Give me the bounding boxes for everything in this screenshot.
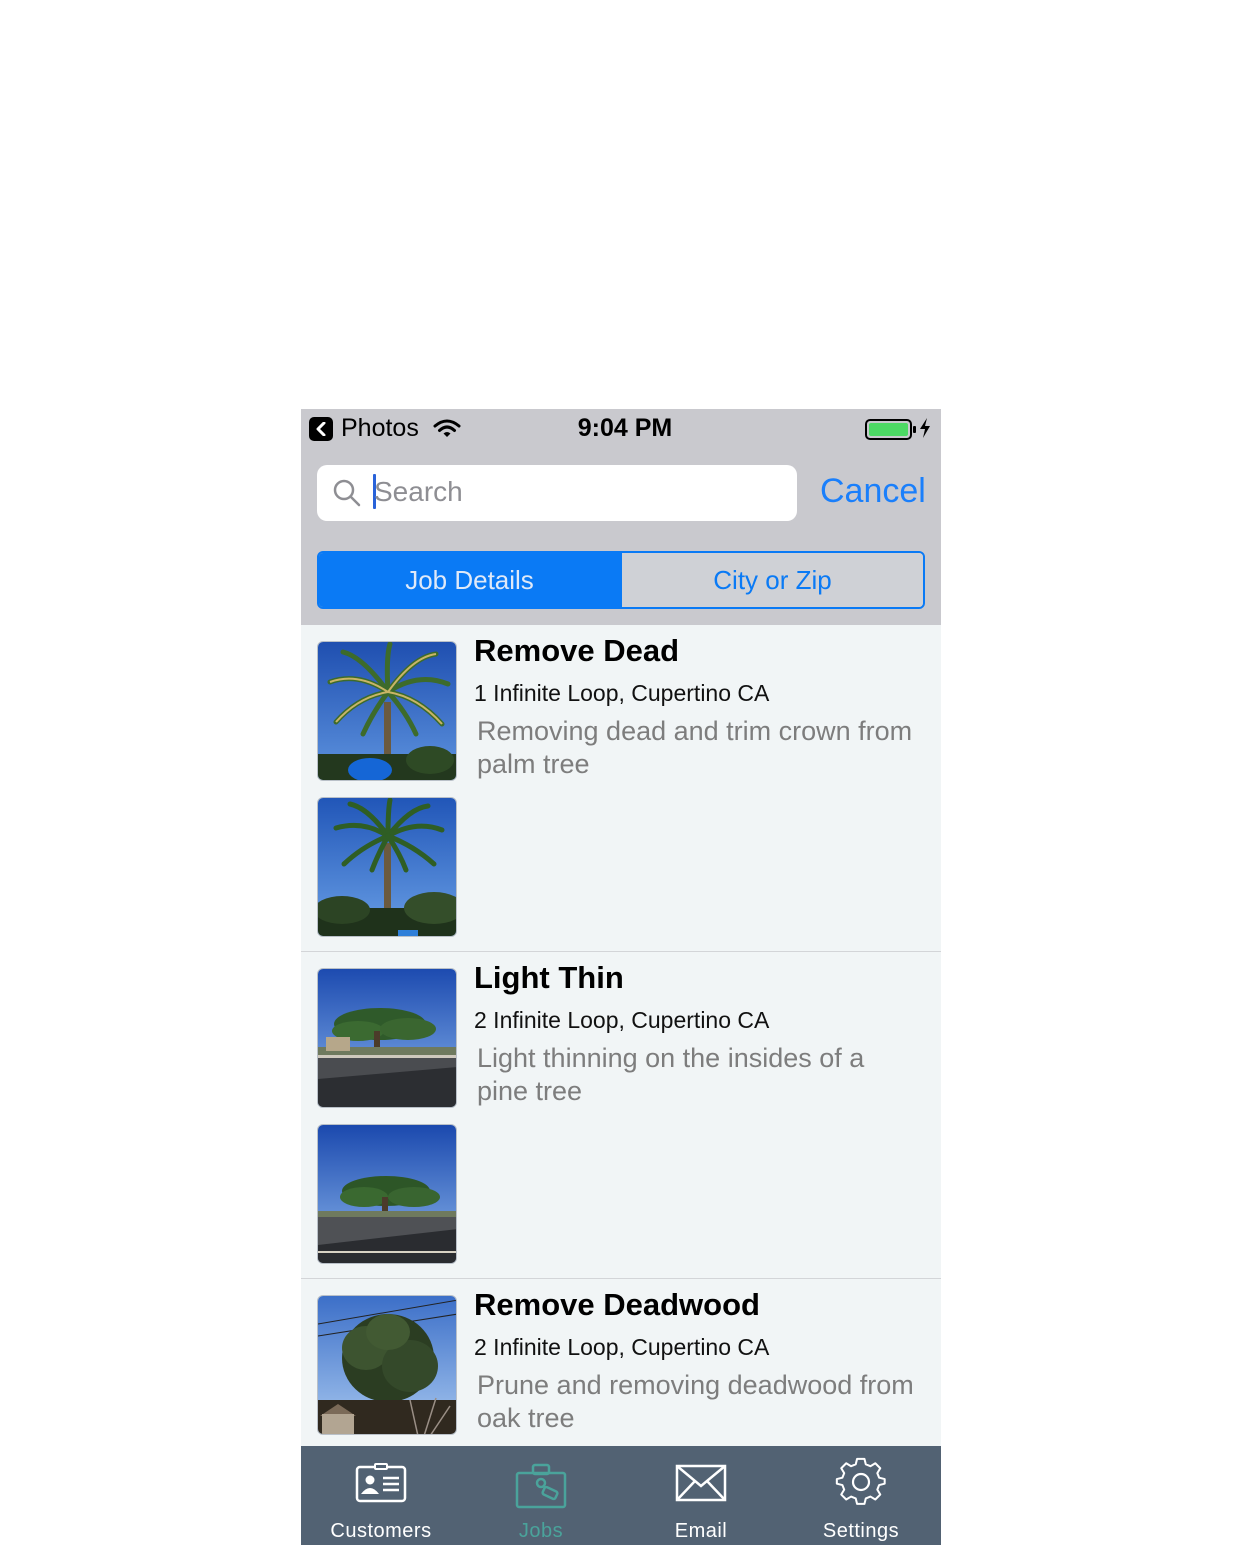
- tab-settings[interactable]: Settings: [781, 1446, 941, 1545]
- tab-customers[interactable]: Customers: [301, 1446, 461, 1545]
- job-title: Remove Deadwood: [474, 1287, 760, 1322]
- status-bar: Photos 9:04 PM: [301, 409, 941, 449]
- job-row[interactable]: Remove Dead 1 Infinite Loop, Cupertino C…: [301, 625, 941, 952]
- pine-tree-street-photo[interactable]: [317, 968, 457, 1108]
- job-row[interactable]: Remove Deadwood 2 Infinite Loop, Cuperti…: [301, 1279, 941, 1446]
- search-scope-control: Job Details City or Zip: [317, 551, 925, 609]
- tab-jobs[interactable]: Jobs: [461, 1446, 621, 1545]
- tab-bar: Customers Jobs Email Settings: [301, 1446, 941, 1545]
- search-header: Cancel Job Details City or Zip: [301, 449, 941, 625]
- tab-label: Jobs: [518, 1520, 564, 1542]
- tab-email[interactable]: Email: [621, 1446, 781, 1545]
- contact-card-icon: [355, 1463, 407, 1510]
- status-time: 9:04 PM: [577, 414, 673, 442]
- pine-tree-street-photo[interactable]: [317, 1124, 457, 1264]
- search-field[interactable]: [317, 465, 797, 521]
- segment-city-or-zip[interactable]: City or Zip: [620, 553, 923, 607]
- briefcase-icon: [515, 1463, 567, 1514]
- job-row[interactable]: Light Thin 2 Infinite Loop, Cupertino CA…: [301, 952, 941, 1279]
- cancel-button[interactable]: Cancel: [820, 472, 926, 511]
- job-address: 2 Infinite Loop, Cupertino CA: [474, 1334, 770, 1360]
- job-address: 2 Infinite Loop, Cupertino CA: [474, 1007, 770, 1033]
- job-description: Prune and removing deadwood from oak tre…: [477, 1370, 914, 1433]
- tab-label: Customers: [330, 1520, 432, 1542]
- envelope-icon: [675, 1463, 727, 1508]
- phone-screen: Photos 9:04 PM Search Cancel Job Details…: [301, 409, 941, 1545]
- segment-job-details[interactable]: Job Details: [319, 553, 620, 607]
- job-title: Remove Dead: [474, 633, 680, 668]
- job-description: Light thinning on the insides of a pine …: [477, 1043, 865, 1106]
- tab-label: Email: [674, 1520, 728, 1542]
- search-icon: [333, 479, 361, 512]
- job-title: Light Thin: [474, 960, 624, 995]
- charging-bolt-icon: [919, 418, 931, 443]
- palm-tree-photo[interactable]: [317, 641, 457, 781]
- job-description: Removing dead and trim crown from palm t…: [477, 716, 913, 779]
- palm-tree-photo[interactable]: [317, 797, 457, 937]
- search-input[interactable]: [374, 471, 774, 513]
- gear-icon: [835, 1457, 887, 1514]
- battery-icon: [865, 419, 917, 446]
- tab-label: Settings: [822, 1520, 900, 1542]
- job-address: 1 Infinite Loop, Cupertino CA: [474, 680, 770, 706]
- jobs-list: Remove Dead 1 Infinite Loop, Cupertino C…: [301, 625, 941, 1446]
- oak-tree-photo[interactable]: [317, 1295, 457, 1435]
